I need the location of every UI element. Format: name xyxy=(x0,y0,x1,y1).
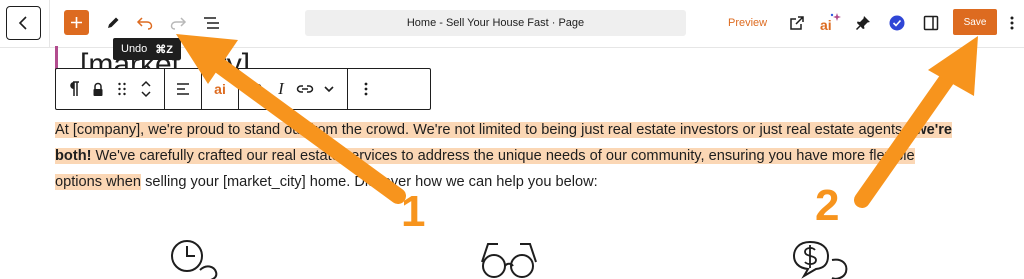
align-button[interactable] xyxy=(171,74,195,104)
tooltip-shortcut: ⌘Z xyxy=(155,43,174,56)
glasses-icon xyxy=(481,243,537,278)
paragraph-unselected-text: selling your [market_city] home. Discove… xyxy=(141,174,598,190)
block-toolbar-group-format: B I xyxy=(239,69,348,109)
annotation-label-2: 2 xyxy=(815,181,840,230)
more-vertical-icon xyxy=(364,82,368,96)
link-button[interactable] xyxy=(293,74,317,104)
preview-button[interactable]: Preview xyxy=(722,10,773,36)
edit-tool-button[interactable] xyxy=(102,12,124,34)
undo-button[interactable] xyxy=(134,12,156,34)
toolbar-divider xyxy=(49,0,50,48)
align-left-icon xyxy=(177,83,189,95)
settings-sidebar-toggle[interactable] xyxy=(920,12,942,34)
dollar-speech-icon xyxy=(792,240,848,279)
plus-icon xyxy=(71,17,82,28)
annotation-label-1: 1 xyxy=(401,187,426,236)
drag-handle-icon xyxy=(118,82,126,96)
pin-plugin-button[interactable] xyxy=(852,12,874,34)
lock-button[interactable] xyxy=(86,74,110,104)
sparkle-icon xyxy=(830,13,841,21)
pin-icon xyxy=(855,16,870,31)
chevron-left-icon xyxy=(18,16,27,30)
paragraph-block-button[interactable] xyxy=(62,74,86,104)
chevron-down-icon xyxy=(324,86,334,93)
view-page-button[interactable] xyxy=(786,12,808,34)
check-badge-icon xyxy=(889,15,905,31)
link-icon xyxy=(296,85,314,93)
document-title-bar[interactable]: Home - Sell Your House Fast · Page xyxy=(305,10,686,36)
block-toolbar: ai B I xyxy=(55,68,431,110)
more-formats-button[interactable] xyxy=(317,74,341,104)
chevron-up-down-icon xyxy=(141,80,151,98)
block-toolbar-group-options xyxy=(348,69,384,109)
redo-button[interactable] xyxy=(167,12,189,34)
undo-icon xyxy=(136,17,153,30)
document-overview-button[interactable] xyxy=(201,12,223,34)
undo-tooltip: Undo ⌘Z xyxy=(113,38,182,60)
add-block-button[interactable] xyxy=(64,10,89,35)
save-button[interactable]: Save xyxy=(953,9,997,35)
paragraph-icon xyxy=(70,81,79,96)
document-title-text: Home - Sell Your House Fast · Page xyxy=(406,17,585,29)
block-options-button[interactable] xyxy=(354,74,378,104)
drag-handle[interactable] xyxy=(110,74,134,104)
block-toolbar-group-ai: ai xyxy=(202,69,239,109)
lock-icon xyxy=(93,82,103,96)
bold-button[interactable]: B xyxy=(245,74,269,104)
clock-hand-icon xyxy=(171,240,218,279)
back-button[interactable] xyxy=(6,6,41,40)
move-up-down-button[interactable] xyxy=(134,74,158,104)
ai-assistant-button[interactable]: ai xyxy=(818,11,844,35)
block-toolbar-group-transform xyxy=(56,69,165,109)
editor-top-toolbar: Undo ⌘Z Home - Sell Your House Fast · Pa… xyxy=(0,0,1024,60)
block-toolbar-group-align xyxy=(165,69,202,109)
italic-button[interactable]: I xyxy=(269,74,293,104)
verified-plugin-button[interactable] xyxy=(886,12,908,34)
ai-block-button[interactable]: ai xyxy=(208,74,232,104)
more-vertical-icon xyxy=(1010,16,1014,30)
pencil-icon xyxy=(108,17,119,28)
sidebar-icon xyxy=(923,15,939,31)
tooltip-label: Undo xyxy=(121,43,148,55)
list-view-icon xyxy=(204,17,219,29)
options-menu-button[interactable] xyxy=(1005,12,1019,34)
redo-icon xyxy=(170,17,187,30)
external-link-icon xyxy=(790,16,804,30)
